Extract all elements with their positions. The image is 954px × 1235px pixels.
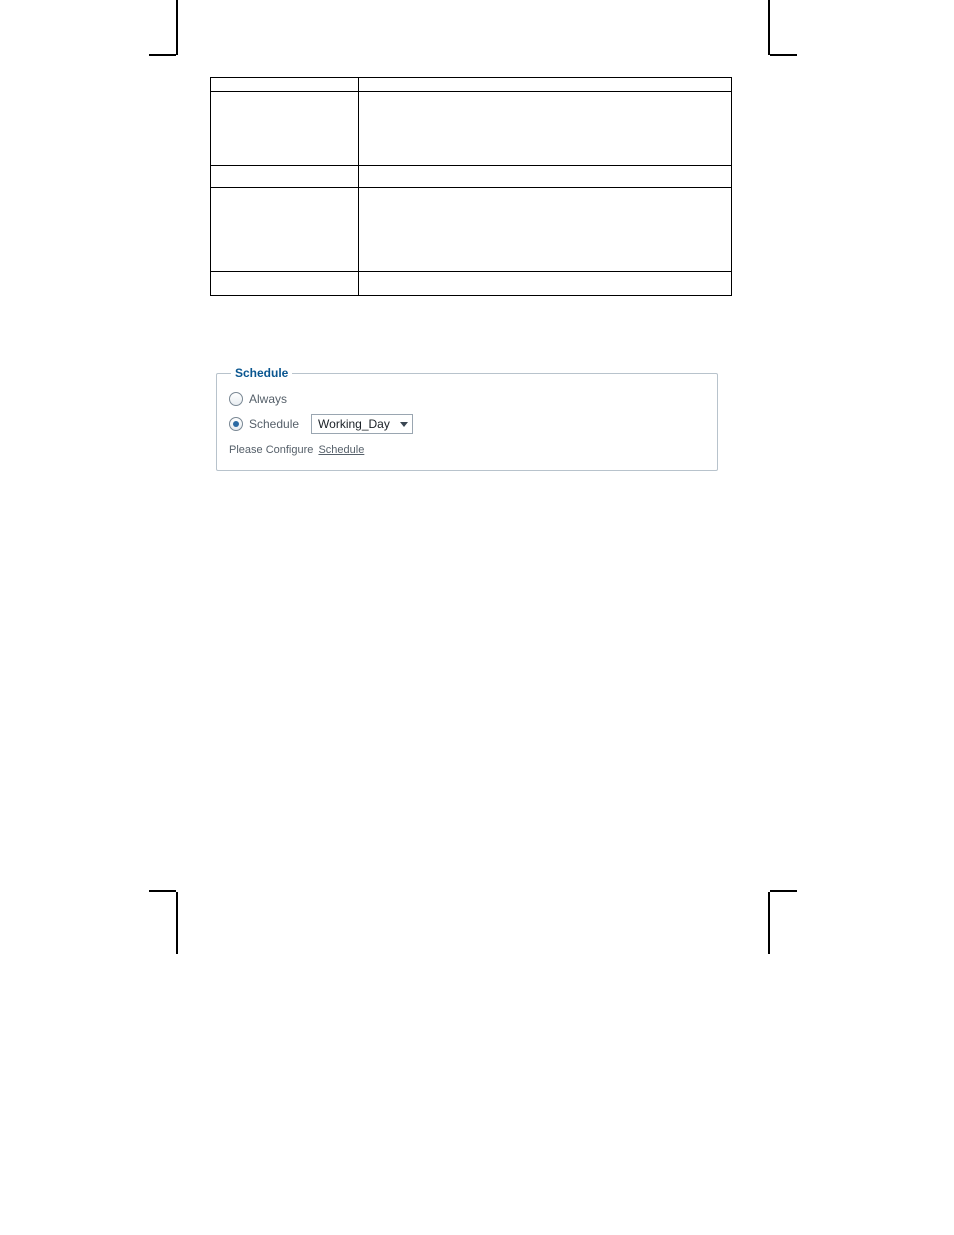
configure-hint-text: Please Configure bbox=[229, 444, 313, 456]
table-row bbox=[211, 92, 732, 166]
schedule-radio-label: Schedule bbox=[249, 417, 299, 431]
crop-mark bbox=[770, 54, 797, 56]
schedule-fieldset: Schedule Always Schedule Working_Day Ple… bbox=[216, 366, 718, 471]
radio-icon bbox=[229, 392, 243, 406]
table-row bbox=[211, 78, 732, 92]
chevron-down-icon bbox=[400, 422, 408, 427]
configure-hint: Please Configure Schedule bbox=[227, 438, 707, 456]
schedule-select-value: Working_Day bbox=[318, 417, 390, 431]
table-row bbox=[211, 166, 732, 188]
crop-mark bbox=[770, 890, 797, 892]
crop-mark bbox=[149, 890, 176, 892]
crop-mark bbox=[176, 0, 178, 55]
always-radio-label: Always bbox=[249, 392, 287, 406]
content-table bbox=[210, 77, 732, 296]
table-row bbox=[211, 188, 732, 272]
crop-mark bbox=[176, 892, 178, 954]
crop-mark bbox=[149, 54, 176, 56]
schedule-radio-row[interactable]: Schedule Working_Day bbox=[227, 410, 707, 438]
configure-schedule-link[interactable]: Schedule bbox=[318, 444, 364, 456]
table-row bbox=[211, 272, 732, 296]
always-radio-row[interactable]: Always bbox=[227, 388, 707, 410]
schedule-legend: Schedule bbox=[231, 366, 292, 380]
schedule-select[interactable]: Working_Day bbox=[311, 414, 413, 434]
crop-mark bbox=[768, 892, 770, 954]
radio-icon bbox=[229, 417, 243, 431]
crop-mark bbox=[768, 0, 770, 55]
